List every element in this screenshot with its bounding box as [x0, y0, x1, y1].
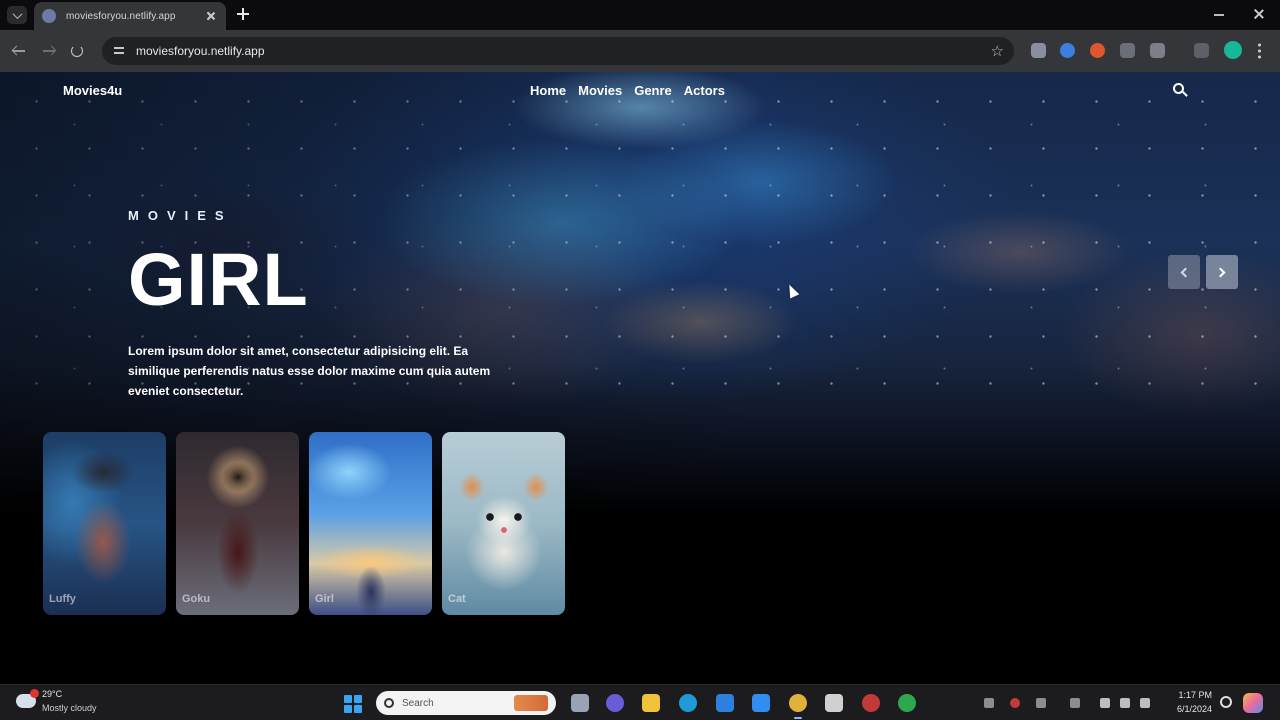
- thumbnail-card[interactable]: Goku: [176, 432, 299, 615]
- close-icon[interactable]: [204, 9, 218, 23]
- arrow-left-icon: [13, 50, 25, 52]
- windows-logo-icon: [344, 705, 352, 713]
- todo-icon[interactable]: [716, 694, 734, 712]
- weather-condition[interactable]: Mostly cloudy: [42, 703, 97, 713]
- reload-icon: [71, 45, 83, 57]
- chevron-right-icon: [1215, 267, 1226, 277]
- file-explorer-icon[interactable]: [642, 694, 660, 712]
- windows-logo-icon: [344, 695, 352, 703]
- thumbnail-list: Luffy Goku Girl Cat: [43, 432, 565, 615]
- next-slide-button[interactable]: [1206, 255, 1238, 289]
- extensions-puzzle-icon[interactable]: [1150, 43, 1165, 58]
- prev-slide-button[interactable]: [1168, 255, 1200, 289]
- battery-icon[interactable]: [1140, 698, 1150, 708]
- site-header: Movies4u Home Movies Genre Actors: [0, 72, 1280, 112]
- nav-movies[interactable]: Movies: [578, 83, 622, 98]
- thumbnail-card[interactable]: Girl: [309, 432, 432, 615]
- thumbnail-label: Girl: [315, 593, 334, 605]
- favicon-icon: [42, 9, 56, 23]
- copilot-icon[interactable]: [1243, 693, 1263, 713]
- chevron-left-icon: [1180, 267, 1191, 277]
- teams-icon[interactable]: [606, 694, 624, 712]
- tab-search-button[interactable]: [7, 6, 27, 24]
- language-icon[interactable]: [1070, 698, 1080, 708]
- main-nav: Home Movies Genre Actors: [530, 83, 725, 98]
- taskbar: 29°C Mostly cloudy Search 1:17 PM 6/1/20…: [0, 684, 1280, 720]
- windows-logo-icon: [354, 695, 362, 703]
- extension-icon[interactable]: [1120, 43, 1135, 58]
- chrome-icon[interactable]: [789, 694, 807, 719]
- search-icon[interactable]: [1173, 83, 1189, 99]
- profile-avatar[interactable]: [1224, 41, 1242, 59]
- tray-app-icon[interactable]: [1010, 698, 1020, 708]
- forward-button[interactable]: [40, 42, 58, 60]
- nav-genre[interactable]: Genre: [634, 83, 672, 98]
- chevron-up-icon[interactable]: [984, 698, 994, 708]
- thumbnail-label: Cat: [448, 593, 466, 605]
- notepad-icon[interactable]: [825, 694, 843, 712]
- address-bar[interactable]: moviesforyou.netlify.app ☆: [102, 37, 1014, 65]
- notification-badge: [30, 689, 39, 698]
- back-button[interactable]: [10, 42, 28, 60]
- search-icon-handle: [1182, 91, 1188, 97]
- thumbnail-card[interactable]: Luffy: [43, 432, 166, 615]
- wifi-icon[interactable]: [1100, 698, 1110, 708]
- arrow-right-icon: [43, 50, 55, 52]
- notification-bell-icon[interactable]: [1220, 696, 1232, 708]
- tab-title: moviesforyou.netlify.app: [66, 10, 176, 22]
- clock-time[interactable]: 1:17 PM: [1172, 690, 1212, 700]
- extension-icon[interactable]: [1031, 43, 1046, 58]
- site-logo[interactable]: Movies4u: [63, 83, 122, 98]
- taskbar-search-placeholder: Search: [402, 697, 434, 709]
- extension-icon[interactable]: [1060, 43, 1075, 58]
- start-button[interactable]: [344, 695, 362, 713]
- hero-title: GIRL: [128, 238, 309, 321]
- site-info-icon[interactable]: [112, 44, 126, 58]
- edge-icon[interactable]: [679, 694, 697, 712]
- app-icon[interactable]: [862, 694, 880, 712]
- clock-date[interactable]: 6/1/2024: [1160, 704, 1212, 714]
- weather-temperature[interactable]: 29°C: [42, 689, 62, 699]
- nav-home[interactable]: Home: [530, 83, 566, 98]
- taskbar-search[interactable]: Search: [376, 691, 556, 715]
- new-tab-icon[interactable]: [236, 7, 250, 21]
- window-close-icon[interactable]: [1252, 7, 1266, 21]
- web-page: Movies4u Home Movies Genre Actors MOVIES…: [0, 72, 1280, 684]
- reload-button[interactable]: [68, 42, 86, 60]
- browser-menu-icon[interactable]: [1258, 42, 1261, 59]
- browser-toolbar: moviesforyou.netlify.app ☆: [0, 30, 1280, 72]
- extension-icon[interactable]: [1090, 43, 1105, 58]
- search-icon: [384, 698, 394, 708]
- bookmark-star-icon[interactable]: ☆: [991, 44, 1004, 59]
- thumbnail-label: Luffy: [49, 593, 76, 605]
- minimize-icon[interactable]: [1214, 14, 1224, 16]
- search-highlight-icon: [514, 695, 548, 711]
- thumbnail-card[interactable]: Cat: [442, 432, 565, 615]
- vscode-icon[interactable]: [752, 694, 770, 712]
- chevron-down-icon: [12, 8, 22, 19]
- hero-eyebrow: MOVIES: [128, 208, 233, 223]
- downloads-icon[interactable]: [1194, 43, 1209, 58]
- browser-tab-strip: moviesforyou.netlify.app: [0, 0, 1280, 30]
- task-view-icon[interactable]: [571, 694, 589, 712]
- tray-app-icon[interactable]: [1036, 698, 1046, 708]
- browser-tab-active[interactable]: moviesforyou.netlify.app: [34, 2, 226, 30]
- hero-description: Lorem ipsum dolor sit amet, consectetur …: [128, 344, 491, 398]
- windows-logo-icon: [354, 705, 362, 713]
- whatsapp-icon[interactable]: [898, 694, 916, 712]
- url-text[interactable]: moviesforyou.netlify.app: [136, 44, 991, 58]
- nav-actors[interactable]: Actors: [684, 83, 725, 98]
- volume-icon[interactable]: [1120, 698, 1130, 708]
- thumbnail-label: Goku: [182, 593, 211, 605]
- hero-content: MOVIES GIRL Lorem ipsum dolor sit amet, …: [128, 208, 528, 401]
